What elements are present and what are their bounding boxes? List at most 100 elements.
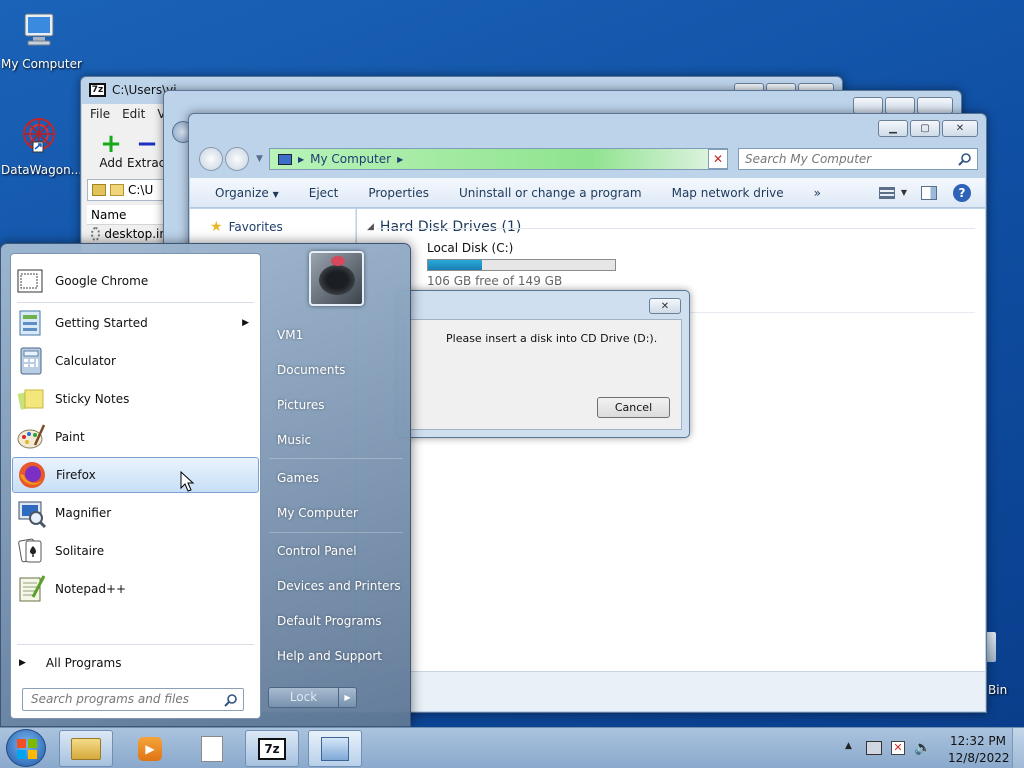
taskbar-7zip[interactable]: 7z [245,730,299,767]
notepadpp-icon [19,575,46,602]
up-folder-icon[interactable] [92,184,106,196]
breadcrumb-my-computer[interactable]: My Computer [310,152,391,166]
program-notepad-plus-plus[interactable]: Notepad++ [12,571,259,607]
search-icon[interactable] [958,152,972,166]
minimize-button[interactable]: ▁ [878,120,908,137]
dialog-close-button[interactable]: ✕ [649,298,681,314]
sevenzip-path-bar[interactable]: C:\U [87,179,167,201]
user-picture[interactable] [309,251,364,306]
action-center-icon[interactable]: ✕ [891,741,905,755]
program-magnifier[interactable]: Magnifier [12,495,259,531]
clock-date[interactable]: 12/8/2022 [948,751,1010,765]
forward-button[interactable] [225,147,249,171]
nav-buttons [199,147,249,171]
organize-button[interactable]: Organize ▼ [190,186,294,200]
desktop-icon-datawagon[interactable]: DataWagon... [1,116,82,177]
properties-button[interactable]: Properties [353,186,444,200]
start-search-box[interactable]: Search programs and files [22,688,244,711]
program-firefox[interactable]: Firefox [12,457,259,493]
sevenzip-icon: 7z [258,737,286,760]
recycle-bin-label[interactable]: Bin [988,683,1007,697]
help-icon[interactable]: ? [953,183,971,202]
start-right-documents[interactable]: Documents [277,363,345,377]
chrome-icon [17,269,43,293]
paint-icon [17,424,46,449]
recycle-bin-icon[interactable] [986,632,996,662]
minimize-button[interactable] [853,97,883,114]
program-calculator[interactable]: Calculator [12,343,259,379]
start-right-vm1[interactable]: VM1 [277,328,303,342]
menu-file[interactable]: File [90,107,110,121]
show-desktop-button[interactable] [1012,728,1024,768]
taskbar-control-panel[interactable] [308,730,362,767]
cancel-button[interactable]: Cancel [597,397,670,418]
getting-started-icon [19,310,41,336]
close-button[interactable] [917,97,953,114]
start-right-pictures[interactable]: Pictures [277,398,325,412]
add-button[interactable]: + Add [91,131,131,170]
taskbar-media-player[interactable]: ▶ [123,730,177,767]
disk-free-text: 106 GB free of 149 GB [427,274,563,288]
program-google-chrome[interactable]: Google Chrome [12,263,259,299]
command-bar: Organize ▼ Eject Properties Uninstall or… [190,178,985,208]
start-right-games[interactable]: Games [277,471,319,485]
settings-file-icon [91,227,101,241]
volume-icon[interactable]: 🔈 [914,740,931,756]
disk-usage-fill [428,260,483,270]
programs-pane: Google Chrome Getting Started ▶ Calculat… [10,253,261,719]
pinned-separator [17,302,254,303]
insert-disk-dialog[interactable]: ✕ Please insert a disk into CD Drive (D:… [396,290,690,438]
taskbar-explorer[interactable] [59,730,113,767]
view-options-icon[interactable] [879,186,895,199]
start-right-default-programs[interactable]: Default Programs [277,614,382,628]
clock-time[interactable]: 12:32 PM [948,734,1008,748]
uninstall-program-button[interactable]: Uninstall or change a program [444,186,657,200]
shutdown-options-button[interactable]: ▶ [338,687,357,708]
network-icon[interactable] [866,741,882,755]
recent-pages-chevron-icon[interactable]: ▼ [256,154,263,164]
arrow-right-icon: ▶ [19,658,26,668]
menu-edit[interactable]: Edit [122,107,145,121]
mouse-cursor-icon [180,471,195,492]
close-button[interactable]: ✕ [942,120,978,137]
view-dropdown-icon[interactable]: ▼ [901,188,907,197]
breadcrumb-arrow-icon: ▶ [397,154,404,164]
preview-pane-icon[interactable] [921,185,937,200]
group-header-hard-disk-drives[interactable]: ◢ Hard Disk Drives (1) [367,219,521,235]
nav-favorites[interactable]: ★ Favorites [210,219,283,235]
address-stop-button[interactable]: ✕ [708,149,728,169]
start-right-music[interactable]: Music [277,433,311,447]
datawagon-icon [23,118,55,153]
program-paint[interactable]: Paint [12,419,259,455]
show-hidden-icons-icon[interactable]: ▲ [845,741,852,751]
start-right-help-support[interactable]: Help and Support [277,649,382,663]
search-box[interactable]: Search My Computer [738,148,978,170]
file-row[interactable]: desktop.in [87,227,167,241]
program-solitaire[interactable]: Solitaire [12,533,259,569]
maximize-button[interactable]: ▢ [910,120,940,137]
record-label-icon [331,256,345,266]
start-right-control-panel[interactable]: Control Panel [277,544,357,558]
start-right-my-computer[interactable]: My Computer [277,506,358,520]
control-panel-icon [321,736,349,761]
start-right-devices-printers[interactable]: Devices and Printers [277,579,401,593]
all-programs-button[interactable]: ▶ All Programs [19,652,255,674]
program-getting-started[interactable]: Getting Started ▶ [12,305,259,341]
right-separator [269,532,403,533]
desktop-icon-my-computer[interactable]: My Computer [1,10,82,71]
address-bar[interactable]: ▶ My Computer ▶ ▼ [269,148,728,170]
back-button[interactable] [199,147,223,171]
more-commands-button[interactable]: » [799,186,836,200]
eject-button[interactable]: Eject [294,186,354,200]
drive-local-disk-c[interactable]: Local Disk (C:) 106 GB free of 149 GB [397,239,616,288]
column-header-name[interactable]: Name [87,205,167,225]
maximize-button[interactable] [885,97,915,114]
desktop-icon-label: My Computer [1,57,82,71]
disk-usage-bar [427,259,616,271]
lock-button[interactable]: Lock [268,687,339,708]
extract-button[interactable]: − Extract [127,131,170,170]
program-sticky-notes[interactable]: Sticky Notes [12,381,259,417]
start-button[interactable] [6,729,46,767]
map-network-drive-button[interactable]: Map network drive [657,186,799,200]
taskbar-notepad[interactable] [185,730,239,767]
